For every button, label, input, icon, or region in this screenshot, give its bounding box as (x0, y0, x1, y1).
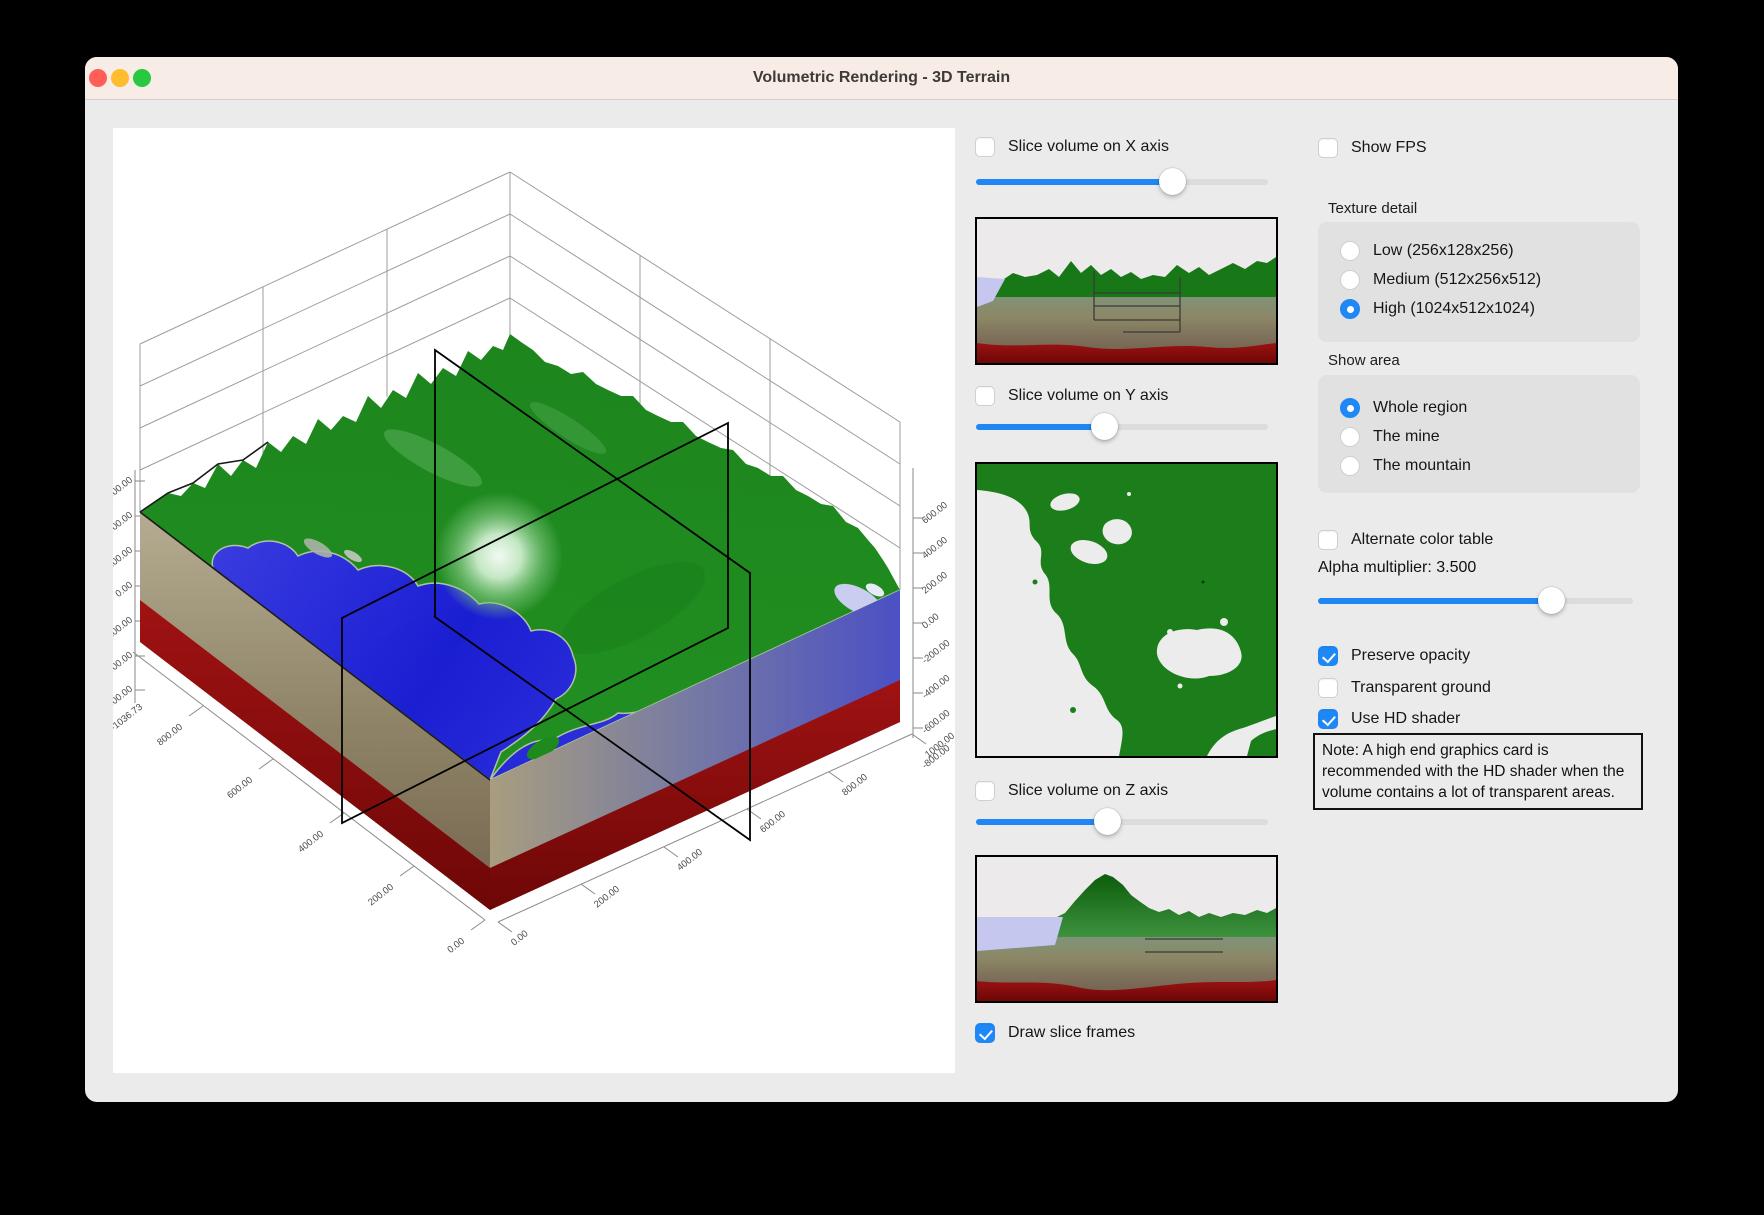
radio-label: The mountain (1373, 457, 1471, 475)
svg-text:-200.00: -200.00 (920, 638, 952, 667)
draw-slice-frames-label: Draw slice frames (1008, 1024, 1135, 1042)
transparent-ground-checkbox[interactable] (1318, 678, 1338, 698)
preserve-opacity-row[interactable]: Preserve opacity (1318, 645, 1470, 667)
svg-text:200.00: 200.00 (366, 882, 396, 909)
svg-text:600.00: 600.00 (920, 500, 950, 527)
transparent-ground-label: Transparent ground (1351, 679, 1491, 697)
show-fps-checkbox[interactable] (1318, 138, 1338, 158)
show-area-title: Show area (1328, 352, 1400, 369)
titlebar[interactable]: Volumetric Rendering - 3D Terrain (85, 57, 1678, 100)
slider-thumb[interactable] (1159, 168, 1186, 195)
svg-text:600.00: 600.00 (225, 775, 255, 802)
radio-indicator[interactable] (1340, 427, 1360, 447)
terrain-volume (140, 334, 900, 910)
radio-indicator[interactable] (1340, 456, 1360, 476)
show-fps-row[interactable]: Show FPS (1318, 137, 1427, 159)
slice-x-checkbox[interactable] (975, 137, 995, 157)
radio-texture-medium[interactable]: Medium (512x256x512) (1340, 265, 1640, 294)
radio-area-the-mountain[interactable]: The mountain (1340, 451, 1640, 480)
alpha-multiplier-label: Alpha multiplier: 3.500 (1318, 559, 1476, 577)
radio-texture-low[interactable]: Low (256x128x256) (1340, 236, 1640, 265)
alternate-color-table-row[interactable]: Alternate color table (1318, 529, 1493, 551)
texture-detail-title: Texture detail (1328, 200, 1417, 217)
slider-thumb[interactable] (1538, 587, 1565, 614)
radio-indicator[interactable] (1340, 299, 1360, 319)
radio-label: Whole region (1373, 399, 1467, 417)
slider-thumb[interactable] (1094, 808, 1121, 835)
slice-y-row[interactable]: Slice volume on Y axis (975, 385, 1168, 407)
radio-label: Low (256x128x256) (1373, 242, 1514, 260)
svg-text:-1036.73: -1036.73 (113, 702, 145, 734)
svg-text:200.00: 200.00 (592, 884, 622, 911)
draw-slice-frames-row[interactable]: Draw slice frames (975, 1022, 1135, 1044)
texture-detail-group: Low (256x128x256) Medium (512x256x512) H… (1318, 222, 1640, 342)
slice-y-checkbox[interactable] (975, 386, 995, 406)
slice-z-row[interactable]: Slice volume on Z axis (975, 780, 1168, 802)
radio-texture-high[interactable]: High (1024x512x1024) (1340, 294, 1640, 323)
svg-text:400.00: 400.00 (675, 847, 705, 874)
svg-text:600.00: 600.00 (758, 809, 788, 836)
svg-text:-400.00: -400.00 (920, 673, 952, 702)
preserve-opacity-checkbox[interactable] (1318, 646, 1338, 666)
window-title: Volumetric Rendering - 3D Terrain (85, 57, 1678, 99)
alpha-multiplier-slider[interactable] (1318, 587, 1633, 615)
x-slice-preview-image (975, 217, 1278, 365)
radio-label: The mine (1373, 428, 1440, 446)
slider-track[interactable] (976, 179, 1268, 185)
use-hd-shader-label: Use HD shader (1351, 710, 1460, 728)
svg-text:800.00: 800.00 (840, 772, 870, 799)
alternate-color-table-checkbox[interactable] (1318, 530, 1338, 550)
z-slice-preview-image (975, 855, 1278, 1003)
slice-z-checkbox[interactable] (975, 781, 995, 801)
radio-area-whole-region[interactable]: Whole region (1340, 393, 1640, 422)
svg-text:400.00: 400.00 (113, 510, 135, 537)
show-fps-label: Show FPS (1351, 139, 1427, 157)
svg-text:200.00: 200.00 (920, 570, 950, 597)
app-window: Volumetric Rendering - 3D Terrain (85, 57, 1678, 1102)
slider-track[interactable] (1318, 598, 1633, 604)
slider-thumb[interactable] (1091, 413, 1118, 440)
svg-text:200.00: 200.00 (113, 545, 135, 572)
slice-x-label: Slice volume on X axis (1008, 138, 1169, 156)
slice-z-slider[interactable] (976, 808, 1268, 836)
radio-indicator[interactable] (1340, 270, 1360, 290)
terrain-3d-view[interactable]: 600.00 400.00 200.00 0.00 -200.00 -400.0… (113, 128, 955, 1073)
hd-shader-note: Note: A high end graphics card is recomm… (1313, 733, 1643, 810)
svg-text:600.00: 600.00 (113, 475, 135, 502)
svg-text:0.00: 0.00 (113, 580, 134, 600)
alternate-color-table-label: Alternate color table (1351, 531, 1493, 549)
radio-indicator[interactable] (1340, 241, 1360, 261)
draw-slice-frames-checkbox[interactable] (975, 1023, 995, 1043)
svg-text:0.00: 0.00 (920, 611, 941, 631)
svg-text:400.00: 400.00 (296, 829, 326, 856)
preserve-opacity-label: Preserve opacity (1351, 647, 1470, 665)
transparent-ground-row[interactable]: Transparent ground (1318, 677, 1491, 699)
slice-x-row[interactable]: Slice volume on X axis (975, 136, 1169, 158)
svg-text:800.00: 800.00 (155, 722, 185, 749)
slider-track[interactable] (976, 819, 1268, 825)
use-hd-shader-row[interactable]: Use HD shader (1318, 708, 1460, 730)
svg-text:0.00: 0.00 (509, 928, 530, 948)
slider-track[interactable] (976, 424, 1268, 430)
svg-text:400.00: 400.00 (920, 535, 950, 562)
svg-text:-200.00: -200.00 (113, 615, 135, 644)
y-slice-preview-image (975, 462, 1278, 758)
use-hd-shader-checkbox[interactable] (1318, 709, 1338, 729)
slice-y-slider[interactable] (976, 413, 1268, 441)
slice-y-label: Slice volume on Y axis (1008, 387, 1168, 405)
svg-text:-400.00: -400.00 (113, 650, 135, 679)
slice-x-slider[interactable] (976, 168, 1268, 196)
svg-text:0.00: 0.00 (445, 936, 466, 956)
radio-label: Medium (512x256x512) (1373, 271, 1541, 289)
show-area-group: Whole region The mine The mountain (1318, 375, 1640, 493)
radio-indicator[interactable] (1340, 398, 1360, 418)
radio-area-the-mine[interactable]: The mine (1340, 422, 1640, 451)
radio-label: High (1024x512x1024) (1373, 300, 1535, 318)
slice-z-label: Slice volume on Z axis (1008, 782, 1168, 800)
